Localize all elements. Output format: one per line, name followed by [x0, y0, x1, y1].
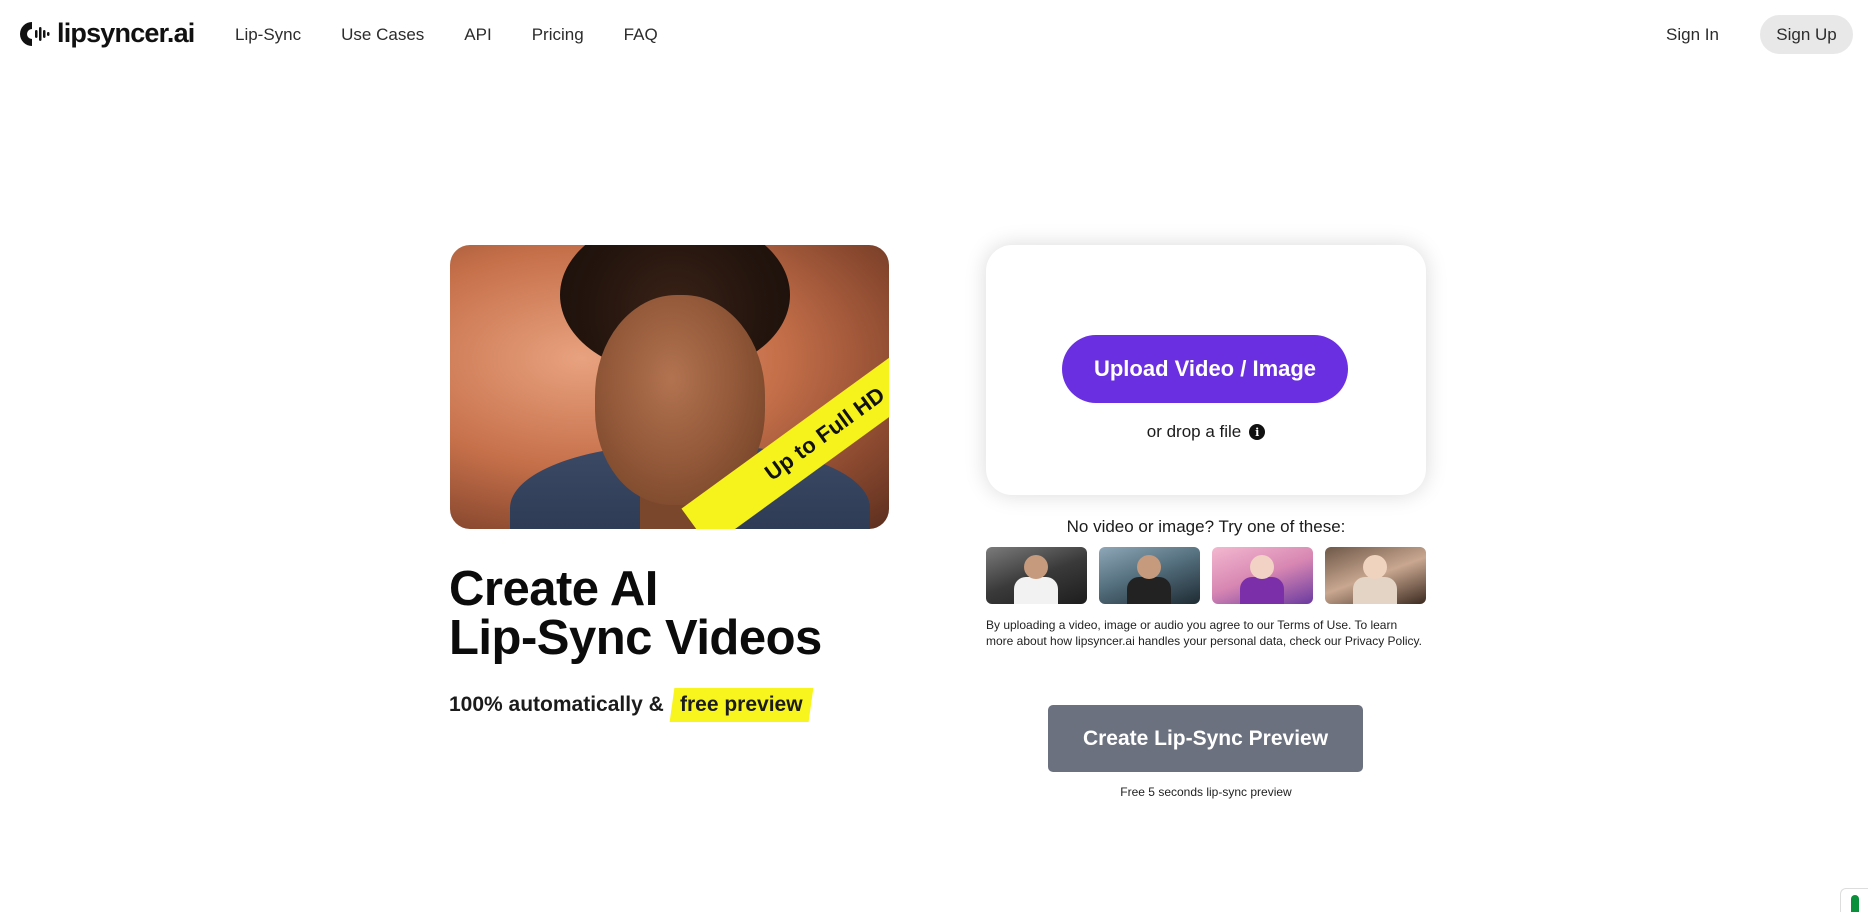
sign-up-button[interactable]: Sign Up	[1760, 15, 1853, 54]
sample-cafe-figure-body	[1353, 577, 1397, 604]
nav-pricing[interactable]: Pricing	[532, 24, 584, 46]
nav-api[interactable]: API	[464, 24, 491, 46]
nav-use-cases[interactable]: Use Cases	[341, 24, 424, 46]
info-icon[interactable]: i	[1249, 424, 1266, 440]
sample-street-figure-head	[1137, 555, 1161, 579]
create-lip-sync-preview-button[interactable]: Create Lip-Sync Preview	[1048, 705, 1363, 772]
try-samples-label: No video or image? Try one of these:	[1066, 517, 1346, 536]
page-title: Create AI Lip-Sync Videos	[449, 565, 822, 663]
soundwave-logo-icon	[20, 21, 50, 46]
drop-file-hint: or drop a file i	[986, 422, 1426, 442]
title-line-1: Create AI	[449, 562, 658, 616]
free-preview-text: free preview	[679, 693, 803, 716]
hero-video-preview: Up to Full HD	[450, 245, 889, 529]
free-preview-highlight: free preview	[669, 688, 813, 722]
drop-file-text: or drop a file	[1146, 422, 1242, 441]
sample-thumbnails	[986, 547, 1438, 604]
sample-street[interactable]	[1099, 547, 1200, 604]
title-line-2: Lip-Sync Videos	[449, 611, 822, 665]
consent-icon	[1851, 895, 1859, 912]
page: lipsyncer.ai Lip-Sync Use Cases API Pric…	[0, 0, 1868, 912]
sample-cafe[interactable]	[1325, 547, 1426, 604]
subtitle-prefix: 100% automatically &	[449, 693, 664, 716]
nav-lip-sync[interactable]: Lip-Sync	[235, 24, 301, 46]
sample-street-figure-body	[1127, 577, 1171, 604]
sample-cafe-figure-head	[1363, 555, 1387, 579]
nav-faq[interactable]: FAQ	[624, 24, 658, 46]
sign-in-link[interactable]: Sign In	[1666, 24, 1719, 46]
sample-cherry-blossom-figure-head	[1250, 555, 1274, 579]
cookie-consent-widget[interactable]	[1840, 888, 1868, 912]
sample-cherry-blossom[interactable]	[1212, 547, 1313, 604]
sample-chef-figure-head	[1024, 555, 1048, 579]
brand-link[interactable]: lipsyncer.ai	[17, 18, 195, 49]
terms-notice: By uploading a video, image or audio you…	[986, 618, 1423, 648]
upload-dropzone[interactable]: Upload Video / Image or drop a file i	[986, 245, 1426, 495]
sample-chef-figure-body	[1014, 577, 1058, 604]
sample-cherry-blossom-figure-body	[1240, 577, 1284, 604]
hero-subtitle: 100% automatically & free preview	[449, 688, 813, 722]
upload-video-image-button[interactable]: Upload Video / Image	[1062, 335, 1348, 403]
top-nav: lipsyncer.ai Lip-Sync Use Cases API Pric…	[0, 0, 1868, 68]
main-nav: Lip-Sync Use Cases API Pricing FAQ	[235, 24, 698, 46]
sample-chef[interactable]	[986, 547, 1087, 604]
brand-name: lipsyncer.ai	[57, 18, 195, 48]
free-preview-note: Free 5 seconds lip-sync preview	[1120, 785, 1292, 799]
